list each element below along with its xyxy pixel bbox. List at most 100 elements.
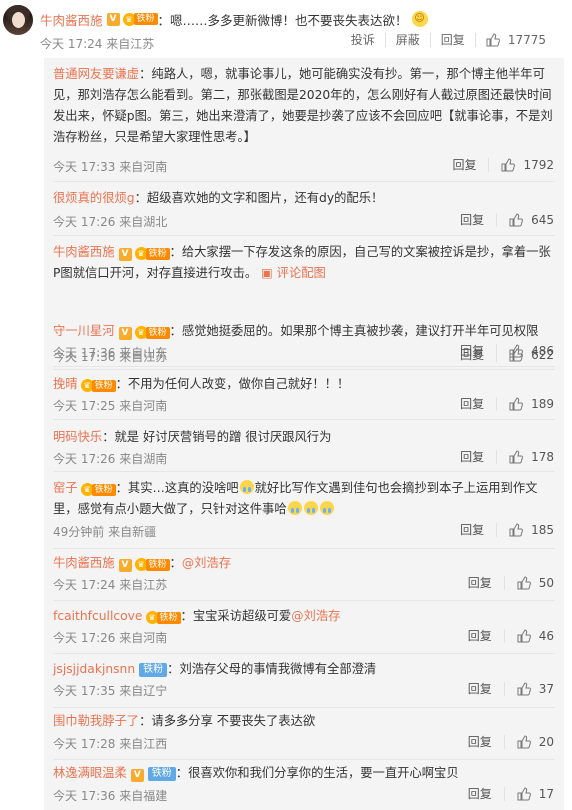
like-button[interactable]: 645 [509,213,554,227]
reply-username[interactable]: jsjsjjdakjnsnn [53,662,135,676]
reply-button[interactable]: 回复 [452,158,490,172]
like-button[interactable]: 17 [517,787,554,801]
reply-text: 林逸满眼温柔 V 铁粉 ：很喜欢你和我们分享你的生活，要一直开心啊宝贝 [53,766,459,782]
crying-emoji-icon [239,480,254,494]
reply-meta: 今天 17:36 来自福建 [53,789,168,803]
reply-username[interactable]: fcaithfcullcove [53,609,143,623]
block-button[interactable]: 屏蔽 [384,33,430,47]
like-button[interactable]: 37 [517,682,554,696]
reply-button[interactable]: 回复 [468,787,505,801]
thumbs-up-icon [517,629,531,643]
reply-button[interactable]: 回复 [468,629,505,643]
reply-meta: 今天 17:35 来自辽宁 [53,684,168,698]
like-count: 37 [538,682,554,696]
like-button[interactable]: 46 [517,629,554,643]
comment-username[interactable]: 牛肉酱西施 [40,10,103,29]
mention-link[interactable]: @刘浩存 [182,556,231,570]
like-count: 17 [538,787,554,801]
reply-username[interactable]: 窑子 [53,481,78,495]
report-button[interactable]: 投诉 [341,33,385,47]
reply-username[interactable]: 守一川星河 [53,324,115,338]
avatar[interactable] [3,5,33,35]
reply-button[interactable]: 回复 [429,33,475,47]
fan-badge-icon: ♛ 铁粉 [80,483,116,497]
like-button[interactable]: 486 [509,344,554,358]
image-icon: ▣ [261,266,273,280]
thumbs-up-icon [517,787,531,801]
main-comment-line: 牛肉酱西施 V ♛ 铁粉 ：嗯……多多更新微博！也不要丧失表达欲！ ☺ [40,9,428,29]
comment-image-link[interactable]: 评论配图 [277,266,326,280]
verified-icon: V [106,12,120,26]
like-count: 645 [531,213,554,227]
reply-username[interactable]: 挽晴 [53,377,78,391]
like-button[interactable]: 189 [509,397,554,411]
reply-text: 明码快乐：就是 好讨厌营销号的蹭 很讨厌跟风行为 [53,430,332,444]
reply-actions: 回复 189 [460,397,554,411]
fan-badge-icon: ♛ 铁粉 [80,379,116,393]
reply-username[interactable]: 明码快乐 [53,430,102,444]
reply-text: 普通网友要谦虚：纯路人，嗯，就事论事儿，她可能确实没有抄。第一，那个博主他半年可… [53,67,553,144]
reply-text: 牛肉酱西施 V ♛ 铁粉 ：给大家摆一下存发这条的原因，自己写的文案被控诉是抄，拿着一张… [53,245,551,280]
like-count: 17775 [507,33,546,47]
thumbs-up-icon [509,344,524,358]
reply-username[interactable]: 很烦真的很烦g [53,191,135,205]
verified-icon: V [118,248,132,261]
reply-button[interactable]: 回复 [460,213,498,227]
fan-badge-icon: ♛ 铁粉 [145,611,181,625]
fan-badge-icon: ♛ 铁粉 [134,558,170,572]
reply-meta: 今天 17:33 来自河南 [53,160,168,174]
smile-emoji-icon: ☺ [411,11,428,27]
reply-button[interactable]: 回复 [460,450,498,464]
reply-text: 牛肉酱西施 V ♛ 铁粉 ：@刘浩存 [53,556,232,572]
thumbs-up-icon [509,523,524,537]
comment-actions: 投诉 屏蔽 回复 17775 [341,33,556,47]
reply-button[interactable]: 回复 [468,682,505,696]
thumbs-up-icon [509,397,524,411]
comment-text: ：嗯……多多更新微博！也不要丧失表达欲！ [157,12,408,28]
fan-badge-icon: 铁粉 [139,663,168,677]
thumbs-up-icon [517,682,531,696]
reply-actions: 回复 645 [460,213,554,227]
reply-username[interactable]: 普通网友要谦虚 [53,67,139,81]
reply-actions: 回复 1792 [452,158,554,172]
like-button[interactable]: 50 [517,576,554,590]
like-button[interactable]: 1792 [501,158,554,172]
reply-meta: 今天 17:26 来自湖南 [53,452,168,466]
reply-username[interactable]: 围巾勒我脖子了 [53,714,139,728]
reply-button[interactable]: 回复 [468,576,505,590]
reply-button[interactable]: 回复 [460,523,498,537]
crying-emoji-icon [287,501,302,515]
reply-username[interactable]: 林逸满眼温柔 [53,766,127,780]
reply-actions: 回复 50 [468,576,554,590]
reply-actions: 回复 486 [460,344,554,358]
reply-username[interactable]: 牛肉酱西施 [53,556,115,570]
like-count: 189 [531,397,554,411]
reply-text: 围巾勒我脖子了：请多多分享 不要丧失了表达欲 [53,714,316,728]
reply-username[interactable]: 牛肉酱西施 [53,245,115,259]
like-button[interactable]: 20 [517,735,554,749]
reply-button[interactable]: 回复 [460,344,498,358]
reply-meta: 今天 17:25 来自河南 [53,399,168,413]
thumbs-up-icon [517,735,531,749]
like-count: 46 [538,629,554,643]
like-count: 178 [531,450,554,464]
like-count: 50 [538,576,554,590]
verified-icon: V [118,327,132,340]
comment-meta: 今天 17:24 来自江苏 [40,37,155,51]
reply-button[interactable]: 回复 [468,735,505,749]
like-count: 185 [531,523,554,537]
thumbs-up-icon [517,576,531,590]
reply-text: 窑子 ♛ 铁粉 ：其实…这真的没啥吧 就好比写作文遇到佳句也会摘抄到本子上运用到作文里，… [53,480,538,516]
fan-badge-icon: ♛ 铁粉 [134,326,170,340]
reply-button[interactable]: 回复 [460,397,498,411]
like-button[interactable]: 17775 [474,33,556,47]
mention-link[interactable]: @刘浩存 [291,609,340,623]
reply-text: jsjsjjdakjnsnn 铁粉 ：刘浩存父母的事情我微博有全部澄清 [53,662,377,677]
like-count: 1792 [523,158,554,172]
thumbs-up-icon [509,450,524,464]
like-button[interactable]: 178 [509,450,554,464]
reply-meta: 今天 17:28 来自江西 [53,737,168,751]
reply-meta: 今天 17:36 来自山东 [53,346,168,360]
verified-icon: V [130,769,144,782]
like-button[interactable]: 185 [509,523,554,537]
